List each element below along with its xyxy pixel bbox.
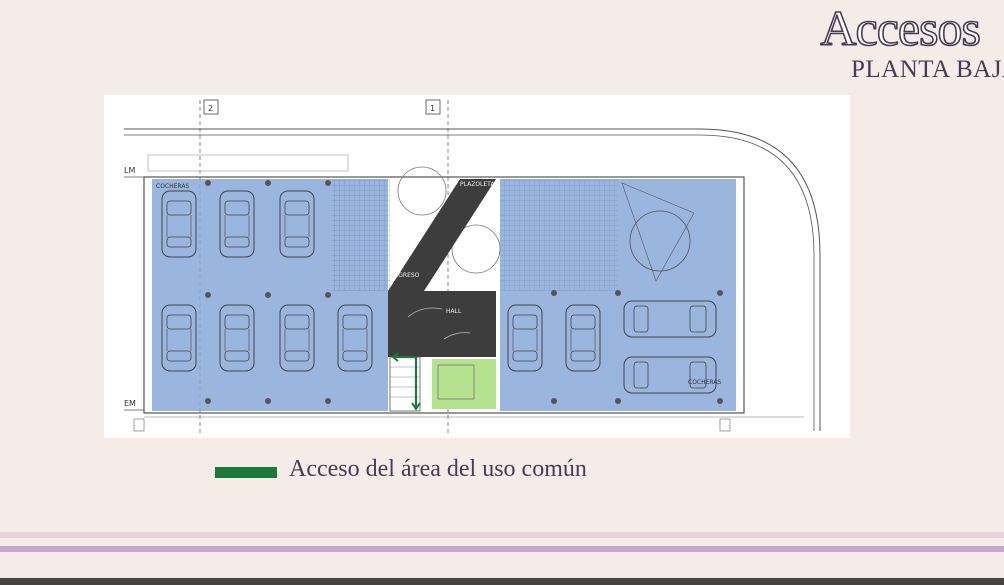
- floor-plan: 2 1 LM EM PLAZOLETA INGRESO HALL COCHERA…: [104, 95, 850, 438]
- courtyard-left: [332, 179, 390, 291]
- hall-zone: [388, 291, 496, 357]
- line-label-lm: LM: [124, 166, 135, 175]
- label-hall: HALL: [446, 308, 462, 315]
- label-cocheras-right: COCHERAS: [688, 379, 721, 386]
- bottom-bar: [0, 578, 1004, 585]
- axis-label-1: 1: [425, 99, 441, 115]
- svg-text:2: 2: [208, 104, 213, 113]
- label-plazoleta: PLAZOLETA: [460, 181, 495, 188]
- common-area: [432, 359, 496, 409]
- axis-label-2: 2: [203, 99, 219, 115]
- legend-swatch: [215, 467, 277, 478]
- footer-band-purple: [0, 546, 1004, 552]
- svg-text:1: 1: [430, 104, 435, 113]
- page-subtitle: PLANTA BAJA: [851, 56, 1004, 83]
- footer-band-light: [0, 532, 1004, 538]
- line-label-em: EM: [124, 399, 136, 408]
- label-cocheras-left: COCHERAS: [156, 183, 189, 190]
- label-ingreso: INGRESO: [392, 272, 420, 279]
- legend-label: Acceso del área del uso común: [289, 456, 587, 482]
- page-title: Accesos: [820, 0, 982, 57]
